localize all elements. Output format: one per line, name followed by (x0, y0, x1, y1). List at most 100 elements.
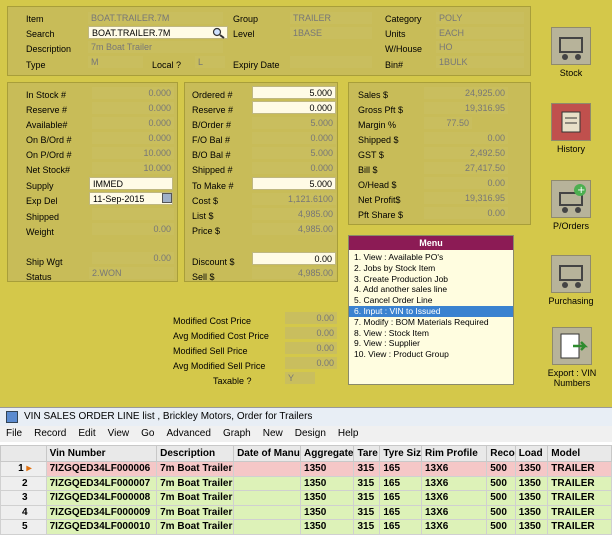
menu-graph[interactable]: Graph (217, 426, 257, 442)
cell-tare[interactable]: 315 (353, 490, 381, 506)
cell-tare[interactable]: 315 (353, 519, 381, 535)
avg-modified-sell-field[interactable]: 0.00 (285, 357, 337, 369)
search-icon[interactable] (212, 27, 226, 39)
discount-input[interactable]: 0.00 (252, 252, 336, 265)
cell-reco[interactable]: 500 (486, 504, 516, 520)
menu-item-add-sales-line[interactable]: 4. Add another sales line (349, 284, 513, 295)
porders-button[interactable]: + P/Orders (543, 180, 599, 231)
menu-item-cancel-order-line[interactable]: 5. Cancel Order Line (349, 295, 513, 306)
cell-model[interactable]: TRAILER (547, 475, 612, 491)
cell-reco[interactable]: 500 (486, 519, 516, 535)
stock-button[interactable]: Stock (543, 27, 599, 78)
cell-aggregate[interactable]: 1350 (300, 475, 355, 491)
col-rim-profile[interactable]: Rim Profile (420, 445, 488, 462)
gross-pft-field[interactable]: 19,316.95 (424, 102, 508, 114)
cell-aggregate[interactable]: 1350 (300, 504, 355, 520)
cell-tyre[interactable]: 165 (379, 519, 422, 535)
cell-rim[interactable]: 13X6 (420, 475, 488, 491)
cell-description[interactable]: 7m Boat Trailer (156, 461, 235, 477)
cell-reco[interactable]: 500 (486, 461, 516, 477)
export-vin-button[interactable]: Export : VIN Numbers (541, 327, 603, 388)
description-field[interactable]: 7m Boat Trailer (88, 41, 223, 53)
shipped-left-field[interactable] (92, 208, 174, 220)
local-field[interactable]: L (195, 56, 225, 68)
search-input[interactable]: BOAT.TRAILER.7M (88, 26, 228, 39)
cell-description[interactable]: 7m Boat Trailer (156, 490, 235, 506)
col-vin-number[interactable]: Vin Number (45, 445, 158, 462)
menu-item-view-available-pos[interactable]: 1. View : Available PO's (349, 252, 513, 263)
cell-load[interactable]: 1350 (514, 504, 549, 520)
price-field[interactable]: 4,985.00 (252, 223, 336, 235)
cell-description[interactable]: 7m Boat Trailer (156, 504, 235, 520)
cell-date[interactable] (233, 490, 302, 506)
col-model[interactable]: Model (547, 445, 612, 462)
menu-edit[interactable]: Edit (72, 426, 101, 442)
menu-help[interactable]: Help (332, 426, 365, 442)
cell-model[interactable]: TRAILER (547, 504, 612, 520)
cell-load[interactable]: 1350 (514, 519, 549, 535)
sales-field[interactable]: 24,925.00 (424, 87, 508, 99)
type-field[interactable]: M (88, 56, 143, 68)
group-field[interactable]: TRAILER (290, 12, 372, 24)
cell-rim[interactable]: 13X6 (420, 461, 488, 477)
supply-input[interactable]: IMMED (89, 177, 173, 190)
menu-record[interactable]: Record (28, 426, 72, 442)
cell-vin[interactable]: 7IZGQED34LF000007 (45, 475, 158, 491)
col-description[interactable]: Description (156, 445, 235, 462)
to-make-input[interactable]: 5.000 (252, 177, 336, 190)
reserve-left-field[interactable]: 0.000 (92, 102, 174, 114)
cell-tare[interactable]: 315 (353, 461, 381, 477)
item-field[interactable]: BOAT.TRAILER.7M (88, 12, 223, 24)
cell-tyre[interactable]: 165 (379, 461, 422, 477)
bo-bal-field[interactable]: 5.000 (252, 147, 336, 159)
menu-item-modify-bom[interactable]: 7. Modify : BOM Materials Required (349, 317, 513, 328)
table-row[interactable]: 1 ▸ 7IZGQED34LF000006 7m Boat Trailer 13… (0, 461, 612, 477)
cell-description[interactable]: 7m Boat Trailer (156, 519, 235, 535)
gst-field[interactable]: 2,492.50 (424, 147, 508, 159)
col-load[interactable]: Load (514, 445, 549, 462)
category-field[interactable]: POLY (436, 12, 524, 24)
col-reco[interactable]: Reco (486, 445, 516, 462)
cell-date[interactable] (233, 504, 302, 520)
history-button[interactable]: History (543, 103, 599, 154)
cell-tyre[interactable]: 165 (379, 490, 422, 506)
purchasing-button[interactable]: Purchasing (543, 255, 599, 306)
reserve-mid-input[interactable]: 0.000 (252, 101, 336, 114)
cell-tare[interactable]: 315 (353, 475, 381, 491)
whouse-field[interactable]: HO (436, 41, 524, 53)
cell-vin[interactable]: 7IZGQED34LF000009 (45, 504, 158, 520)
cell-date[interactable] (233, 461, 302, 477)
table-row[interactable]: 4 7IZGQED34LF000009 7m Boat Trailer 1350… (0, 504, 612, 520)
cell-model[interactable]: TRAILER (547, 490, 612, 506)
net-stock-field[interactable]: 10.000 (92, 162, 174, 174)
cell-rim[interactable]: 13X6 (420, 519, 488, 535)
cell-aggregate[interactable]: 1350 (300, 461, 355, 477)
cell-load[interactable]: 1350 (514, 490, 549, 506)
exp-del-input[interactable]: 11-Sep-2015 (89, 192, 173, 205)
cell-load[interactable]: 1350 (514, 461, 549, 477)
cell-rim[interactable]: 13X6 (420, 504, 488, 520)
table-row[interactable]: 5 7IZGQED34LF000010 7m Boat Trailer 1350… (0, 519, 612, 535)
ship-wgt-field[interactable]: 0.00 (92, 252, 174, 264)
cell-vin[interactable]: 7IZGQED34LF000006 (45, 461, 158, 477)
cell-aggregate[interactable]: 1350 (300, 519, 355, 535)
menu-advanced[interactable]: Advanced (160, 426, 216, 442)
status-field[interactable]: 2.WON (89, 267, 174, 279)
net-profit-field[interactable]: 19,316.95 (424, 192, 508, 204)
cell-date[interactable] (233, 519, 302, 535)
cell-model[interactable]: TRAILER (547, 519, 612, 535)
menu-design[interactable]: Design (289, 426, 332, 442)
taxable-field[interactable]: Y (285, 372, 315, 384)
modified-sell-field[interactable]: 0.00 (285, 342, 337, 354)
menu-item-view-product-group[interactable]: 10. View : Product Group (349, 349, 513, 360)
border-field[interactable]: 5.000 (252, 117, 336, 129)
margin-field[interactable]: 77.50 (424, 117, 472, 129)
col-aggregate[interactable]: Aggregate (300, 445, 355, 462)
weight-field[interactable]: 0.00 (92, 223, 174, 235)
cell-tyre[interactable]: 165 (379, 475, 422, 491)
available-field[interactable]: 0.000 (92, 117, 174, 129)
menu-item-input-vin[interactable]: 6. Input : VIN to Issued (349, 305, 513, 317)
fo-bal-field[interactable]: 0.000 (252, 132, 336, 144)
shipped-mid-field[interactable]: 0.000 (252, 162, 336, 174)
bin-field[interactable]: 1BULK (436, 56, 524, 68)
